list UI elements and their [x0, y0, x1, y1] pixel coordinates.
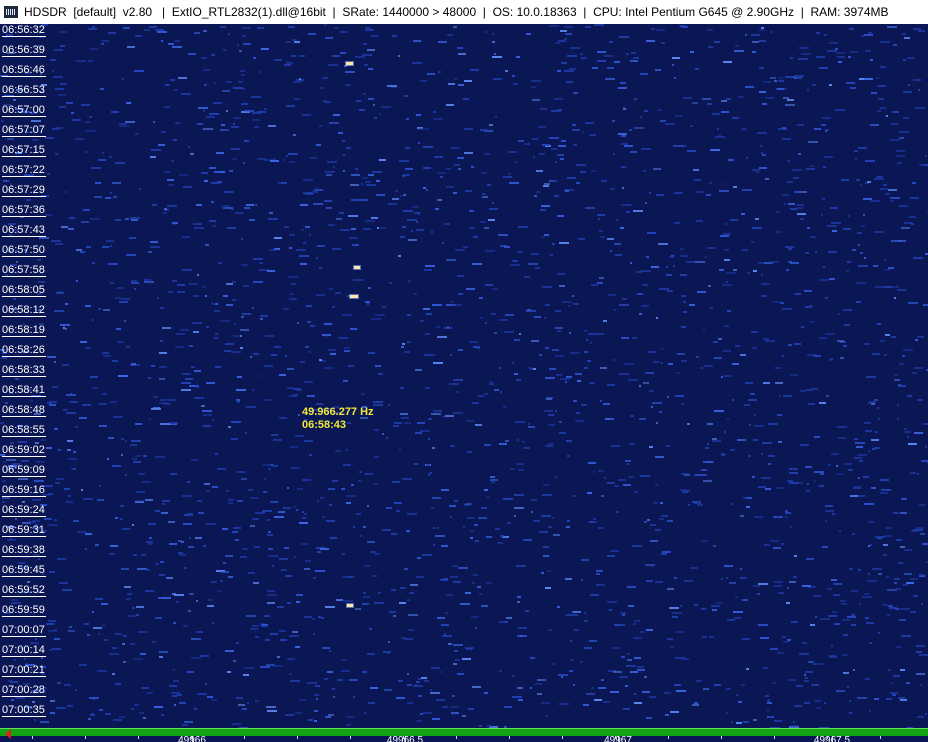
time-label: 06:59:09 — [2, 464, 46, 477]
time-label: 07:00:21 — [2, 664, 46, 677]
cursor-time: 06:58:43 — [302, 419, 347, 431]
time-label: 06:57:58 — [2, 264, 46, 277]
window-title: HDSDR [default] v2.80 | ExtIO_RTL2832(1)… — [24, 5, 889, 19]
time-label: 06:59:38 — [2, 544, 46, 557]
time-label: 07:00:07 — [2, 624, 46, 637]
frequency-minor-tick — [85, 736, 86, 739]
cursor-readout: 49.966.277 Hz 06:58:43 — [302, 406, 374, 432]
frequency-label: 49966 — [178, 735, 206, 742]
time-label: 06:58:33 — [2, 364, 46, 377]
frequency-minor-tick — [32, 736, 33, 739]
frequency-minor-tick — [191, 736, 192, 739]
time-label: 07:00:28 — [2, 684, 46, 697]
time-label: 07:00:35 — [2, 704, 46, 717]
frequency-range-bar[interactable] — [0, 728, 928, 736]
time-label: 06:56:39 — [2, 44, 46, 57]
time-label: 06:59:02 — [2, 444, 46, 457]
time-label: 06:58:48 — [2, 404, 46, 417]
frequency-label: 49966.5 — [386, 735, 424, 742]
hdsdr-app-icon — [4, 6, 18, 18]
time-label: 06:56:53 — [2, 84, 46, 97]
frequency-minor-tick — [668, 736, 669, 739]
time-label: 06:57:15 — [2, 144, 46, 157]
waterfall-noise-canvas — [0, 24, 928, 728]
time-label: 06:56:46 — [2, 64, 46, 77]
frequency-minor-tick — [350, 736, 351, 739]
time-label: 06:58:12 — [2, 304, 46, 317]
frequency-minor-tick — [403, 736, 404, 739]
time-label: 06:59:52 — [2, 584, 46, 597]
time-label: 06:57:29 — [2, 184, 46, 197]
frequency-label: 49967.5 — [813, 735, 851, 742]
frequency-minor-tick — [827, 736, 828, 739]
title-bar[interactable]: HDSDR [default] v2.80 | ExtIO_RTL2832(1)… — [0, 0, 928, 24]
time-label: 07:00:14 — [2, 644, 46, 657]
frequency-minor-tick — [297, 736, 298, 739]
time-label: 06:59:16 — [2, 484, 46, 497]
time-label: 06:59:45 — [2, 564, 46, 577]
frequency-label: 49967 — [604, 735, 632, 742]
time-label: 06:57:22 — [2, 164, 46, 177]
time-label: 06:58:19 — [2, 324, 46, 337]
frequency-minor-tick — [774, 736, 775, 739]
frequency-minor-tick — [138, 736, 139, 739]
signal-ping — [354, 266, 360, 269]
signal-ping — [347, 604, 353, 607]
time-label: 06:58:55 — [2, 424, 46, 437]
frequency-scale[interactable]: 49966 49966.5 49967 49967.5 — [0, 728, 928, 742]
frequency-minor-tick — [509, 736, 510, 739]
frequency-minor-tick — [456, 736, 457, 739]
frequency-minor-tick — [562, 736, 563, 739]
tuning-marker-icon[interactable] — [5, 729, 11, 739]
cursor-frequency: 49.966.277 Hz — [302, 406, 374, 418]
hdsdr-window: HDSDR [default] v2.80 | ExtIO_RTL2832(1)… — [0, 0, 928, 742]
time-label: 06:57:50 — [2, 244, 46, 257]
signal-ping — [350, 295, 358, 298]
frequency-minor-tick — [721, 736, 722, 739]
time-label: 06:58:05 — [2, 284, 46, 297]
frequency-minor-tick — [880, 736, 881, 739]
time-label: 06:59:59 — [2, 604, 46, 617]
time-label: 06:59:24 — [2, 504, 46, 517]
time-label: 06:56:32 — [2, 24, 46, 37]
time-label: 06:57:36 — [2, 204, 46, 217]
time-label: 06:59:31 — [2, 524, 46, 537]
time-label: 06:58:41 — [2, 384, 46, 397]
time-label: 06:57:00 — [2, 104, 46, 117]
time-label: 06:58:26 — [2, 344, 46, 357]
time-label: 06:57:07 — [2, 124, 46, 137]
frequency-minor-tick — [244, 736, 245, 739]
frequency-minor-tick — [615, 736, 616, 739]
signal-ping — [346, 62, 353, 65]
waterfall-display[interactable]: 06:56:32 06:56:39 06:56:46 06:56:53 06:57:00… — [0, 24, 928, 728]
time-label: 06:57:43 — [2, 224, 46, 237]
